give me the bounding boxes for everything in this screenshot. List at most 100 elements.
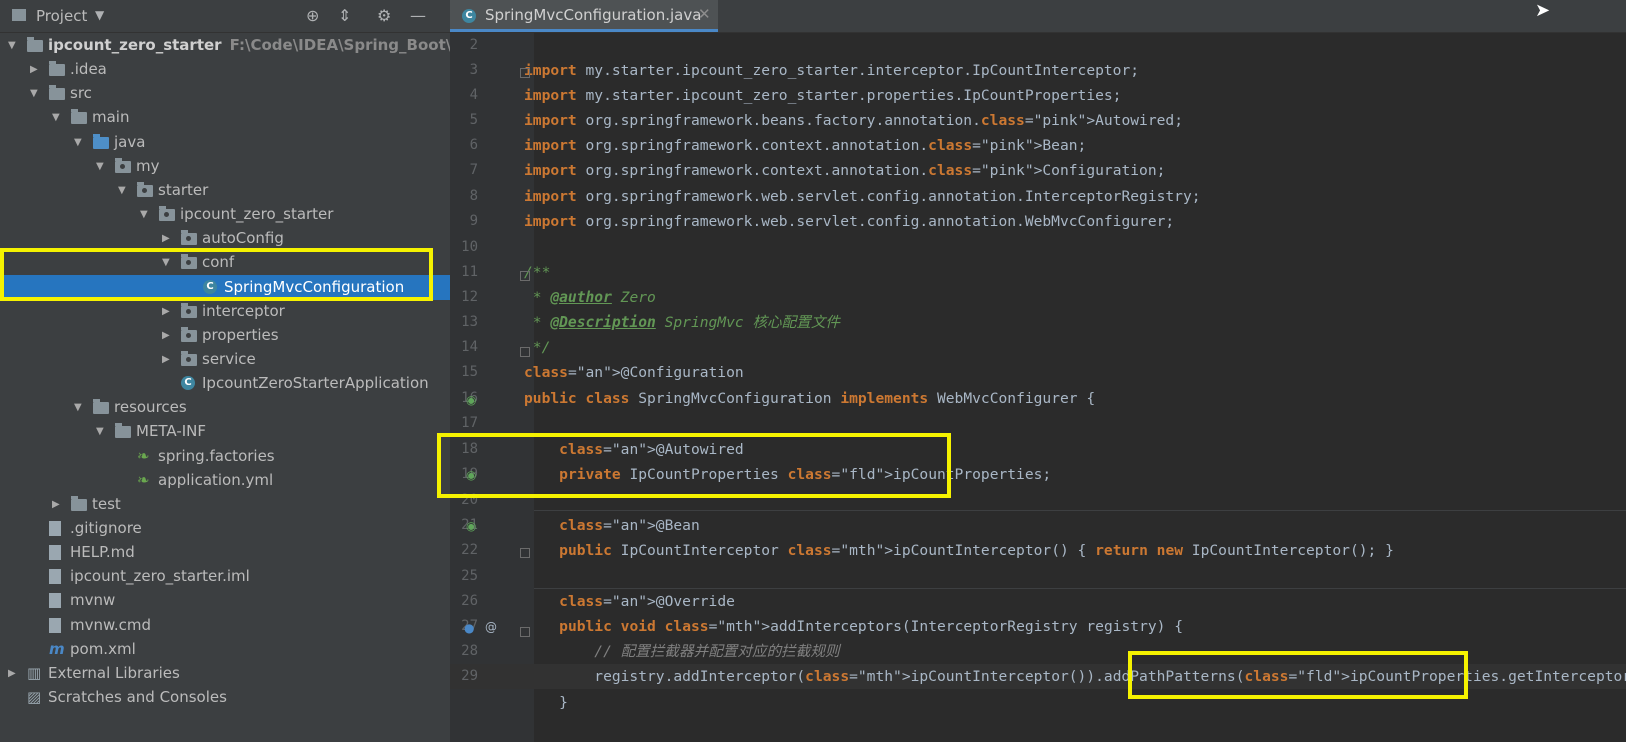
gear-icon[interactable]: ⚙ bbox=[377, 6, 391, 25]
project-panel-title[interactable]: Project bbox=[36, 7, 87, 25]
code-line[interactable]: import my.starter.ipcount_zero_starter.i… bbox=[524, 58, 1139, 83]
tree-item[interactable]: m pom.xml bbox=[0, 637, 450, 662]
tree-item[interactable]: ▶ test bbox=[0, 492, 450, 517]
tree-item-label: test bbox=[92, 494, 121, 513]
tree-item[interactable]: mvnw.cmd bbox=[0, 613, 450, 638]
package-icon bbox=[181, 230, 197, 246]
expanded-arrow-icon[interactable]: ▼ bbox=[52, 105, 60, 130]
tree-item[interactable]: ▼ src bbox=[0, 81, 450, 106]
close-icon[interactable]: ✕ bbox=[698, 5, 711, 23]
code-line[interactable]: class="an">@Override bbox=[524, 589, 735, 614]
expanded-arrow-icon[interactable]: ▼ bbox=[140, 202, 148, 227]
tree-item[interactable]: ▼ main bbox=[0, 105, 450, 130]
tree-item[interactable]: ▼ starter bbox=[0, 178, 450, 203]
collapsed-arrow-icon[interactable]: ▶ bbox=[162, 347, 170, 372]
package-icon bbox=[181, 350, 197, 366]
tree-item[interactable]: ▶ properties bbox=[0, 323, 450, 348]
expanded-arrow-icon[interactable]: ▼ bbox=[74, 395, 82, 420]
override-method-icon[interactable]: ● bbox=[464, 621, 474, 635]
fold-marker-icon[interactable] bbox=[520, 347, 530, 357]
chevron-down-icon[interactable]: ▼ bbox=[95, 8, 104, 22]
collapsed-arrow-icon[interactable]: ▶ bbox=[30, 57, 38, 82]
line-number: 5 bbox=[469, 112, 478, 128]
bean-class-icon[interactable]: ◉ bbox=[466, 393, 476, 407]
code-line[interactable]: import org.springframework.beans.factory… bbox=[524, 108, 1183, 133]
fold-marker-icon[interactable] bbox=[520, 548, 530, 558]
line-number: 10 bbox=[461, 239, 478, 255]
collapsed-arrow-icon[interactable]: ▶ bbox=[162, 323, 170, 348]
code-line[interactable]: public class SpringMvcConfiguration impl… bbox=[524, 386, 1095, 411]
line-number: 22 bbox=[461, 542, 478, 558]
tree-item[interactable]: ❧ spring.factories bbox=[0, 444, 450, 469]
tree-item[interactable]: ipcount_zero_starter.iml bbox=[0, 564, 450, 589]
editor-tab[interactable]: C SpringMvcConfiguration.java ✕ bbox=[450, 0, 718, 32]
package-icon bbox=[159, 206, 175, 222]
collapsed-arrow-icon[interactable]: ▶ bbox=[8, 661, 16, 686]
code-line[interactable]: public IpCountInterceptor class="mth">ip… bbox=[524, 538, 1394, 563]
at-annotation-icon[interactable]: @ bbox=[485, 620, 497, 634]
fold-marker-icon[interactable] bbox=[520, 68, 530, 78]
code-line[interactable]: import my.starter.ipcount_zero_starter.p… bbox=[524, 83, 1121, 108]
folder-icon bbox=[49, 85, 65, 101]
tree-item[interactable]: ❧ application.yml bbox=[0, 468, 450, 493]
tree-item-label: service bbox=[202, 349, 256, 368]
code-line[interactable]: class="an">@Configuration bbox=[524, 360, 744, 385]
collapse-all-icon[interactable]: ⇕ bbox=[338, 6, 351, 25]
expanded-arrow-icon[interactable]: ▼ bbox=[96, 154, 104, 179]
code-line[interactable]: * @author Zero bbox=[524, 285, 656, 310]
expanded-arrow-icon[interactable]: ▼ bbox=[96, 419, 104, 444]
tree-item[interactable]: C IpcountZeroStarterApplication bbox=[0, 371, 450, 396]
code-line[interactable]: } bbox=[524, 690, 568, 715]
tree-item-label: spring.factories bbox=[158, 446, 275, 465]
code-line[interactable]: import org.springframework.web.servlet.c… bbox=[524, 184, 1201, 209]
package-icon bbox=[181, 302, 197, 318]
tree-item-label: HELP.md bbox=[70, 543, 135, 562]
tree-item[interactable]: ▨ Scratches and Consoles bbox=[0, 685, 450, 710]
tree-item[interactable]: ▶ interceptor bbox=[0, 299, 450, 324]
tab-label: SpringMvcConfiguration.java bbox=[485, 6, 702, 24]
line-number: 25 bbox=[461, 568, 478, 584]
tree-item[interactable]: .gitignore bbox=[0, 516, 450, 541]
fold-marker-icon[interactable] bbox=[520, 271, 530, 281]
locate-target-icon[interactable]: ⊕ bbox=[306, 6, 319, 25]
tree-item-label: .idea bbox=[70, 60, 107, 79]
collapsed-arrow-icon[interactable]: ▶ bbox=[52, 492, 60, 517]
source-folder-icon bbox=[93, 133, 109, 149]
hide-panel-icon[interactable]: — bbox=[410, 6, 426, 25]
code-line[interactable]: import org.springframework.context.annot… bbox=[524, 133, 1086, 158]
line-number: 13 bbox=[461, 314, 478, 330]
code-line[interactable]: * @Description SpringMvc 核心配置文件 bbox=[524, 310, 840, 335]
code-line[interactable]: // 配置拦截器并配置对应的拦截规则 bbox=[524, 639, 839, 664]
expanded-arrow-icon[interactable]: ▼ bbox=[8, 33, 16, 58]
code-line[interactable]: class="an">@Bean bbox=[524, 513, 700, 538]
code-line[interactable]: import org.springframework.web.servlet.c… bbox=[524, 209, 1174, 234]
collapsed-arrow-icon[interactable]: ▶ bbox=[162, 299, 170, 324]
line-number: 3 bbox=[469, 62, 478, 78]
code-line[interactable]: import org.springframework.context.annot… bbox=[524, 158, 1165, 183]
tree-item[interactable]: ▼ java bbox=[0, 130, 450, 155]
line-number: 9 bbox=[469, 213, 478, 229]
tree-item-label: ipcount_zero_starter bbox=[180, 205, 334, 224]
tree-item-label: IpcountZeroStarterApplication bbox=[202, 374, 429, 393]
tree-item[interactable]: ▼ ipcount_zero_starter F:\Code\IDEA\Spring… bbox=[0, 33, 450, 58]
tree-item[interactable]: ▼ META-INF bbox=[0, 419, 450, 444]
tree-item[interactable]: mvnw bbox=[0, 588, 450, 613]
fold-marker-icon[interactable] bbox=[520, 627, 530, 637]
tree-item[interactable]: ▶ .idea bbox=[0, 57, 450, 82]
line-number: 28 bbox=[461, 643, 478, 659]
file-icon bbox=[49, 593, 61, 609]
bean-method-icon[interactable]: ◉ bbox=[466, 519, 476, 533]
tree-item[interactable]: ▼ resources bbox=[0, 395, 450, 420]
tree-item[interactable]: ▶ ▥ External Libraries bbox=[0, 661, 450, 686]
tree-item[interactable]: HELP.md bbox=[0, 540, 450, 565]
tree-item-label: properties bbox=[202, 325, 279, 344]
tree-item[interactable]: ▶ service bbox=[0, 347, 450, 372]
tree-item[interactable]: ▼ ipcount_zero_starter bbox=[0, 202, 450, 227]
expanded-arrow-icon[interactable]: ▼ bbox=[118, 178, 126, 203]
expanded-arrow-icon[interactable]: ▼ bbox=[30, 81, 38, 106]
project-path: F:\Code\IDEA\Spring_Boot\ipcou bbox=[229, 36, 450, 54]
code-line[interactable]: public void class="mth">addInterceptors(… bbox=[524, 614, 1183, 639]
project-view-icon bbox=[12, 9, 26, 21]
tree-item[interactable]: ▼ my bbox=[0, 154, 450, 179]
expanded-arrow-icon[interactable]: ▼ bbox=[74, 130, 82, 155]
